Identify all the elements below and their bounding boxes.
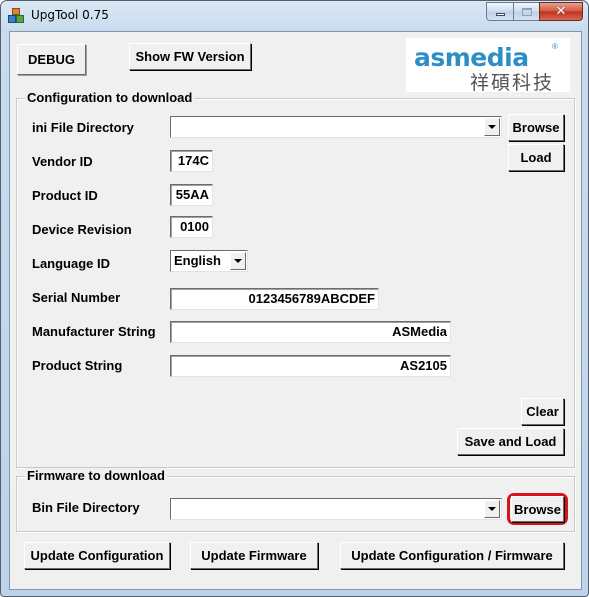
close-icon: ✕ bbox=[555, 4, 567, 19]
ini-file-directory-label: ini File Directory bbox=[32, 120, 134, 135]
close-button[interactable]: ✕ bbox=[539, 2, 583, 21]
update-configuration-button[interactable]: Update Configuration bbox=[24, 542, 170, 569]
chevron-down-icon bbox=[234, 259, 242, 263]
clear-button[interactable]: Clear bbox=[521, 398, 564, 425]
language-id-value: English bbox=[174, 253, 221, 268]
save-and-load-button[interactable]: Save and Load bbox=[457, 428, 564, 455]
bin-dropdown-button[interactable] bbox=[484, 500, 500, 518]
product-string-input[interactable]: AS2105 bbox=[170, 355, 451, 377]
configuration-group: Configuration to download bbox=[16, 90, 575, 468]
device-revision-input[interactable]: 0100 bbox=[170, 216, 213, 238]
vendor-id-label: Vendor ID bbox=[32, 154, 93, 169]
load-button[interactable]: Load bbox=[508, 144, 564, 171]
manufacturer-string-label: Manufacturer String bbox=[32, 324, 156, 339]
registered-mark: ® bbox=[552, 42, 558, 51]
serial-number-label: Serial Number bbox=[32, 290, 121, 305]
bin-file-directory-combo[interactable] bbox=[170, 498, 502, 520]
language-id-label: Language ID bbox=[32, 256, 111, 271]
title-bar[interactable]: UpgTool 0.75 ✕ bbox=[1, 1, 588, 31]
ini-file-directory-combo[interactable] bbox=[170, 116, 502, 138]
language-dropdown-button[interactable] bbox=[230, 252, 246, 270]
minimize-icon bbox=[495, 13, 505, 16]
window-title: UpgTool 0.75 bbox=[31, 8, 109, 22]
debug-button[interactable]: DEBUG bbox=[17, 44, 86, 75]
client-area: DEBUG Show FW Version asmedia ® 祥碩科技 Con… bbox=[9, 31, 582, 590]
serial-number-input[interactable]: 0123456789ABCDEF bbox=[170, 288, 379, 310]
manufacturer-string-input[interactable]: ASMedia bbox=[170, 321, 451, 343]
configuration-group-title: Configuration to download bbox=[25, 90, 195, 105]
caption-buttons: ✕ bbox=[486, 2, 583, 22]
ini-dropdown-button[interactable] bbox=[484, 118, 500, 136]
update-firmware-button[interactable]: Update Firmware bbox=[190, 542, 318, 569]
maximize-button[interactable] bbox=[513, 2, 539, 21]
upgtool-window: UpgTool 0.75 ✕ DEBUG Show FW Version asm… bbox=[0, 0, 589, 597]
language-id-select[interactable]: English bbox=[170, 250, 248, 272]
firmware-group-title: Firmware to download bbox=[25, 468, 167, 483]
minimize-button[interactable] bbox=[486, 2, 513, 21]
show-fw-version-button[interactable]: Show FW Version bbox=[129, 43, 251, 70]
device-revision-label: Device Revision bbox=[32, 222, 132, 237]
vendor-id-input[interactable]: 174C bbox=[170, 150, 213, 172]
chevron-down-icon bbox=[488, 125, 496, 129]
bin-file-directory-label: Bin File Directory bbox=[32, 500, 140, 515]
update-configuration-firmware-button[interactable]: Update Configuration / Firmware bbox=[340, 542, 564, 569]
asmedia-logo: asmedia ® 祥碩科技 bbox=[406, 38, 570, 94]
product-id-input[interactable]: 55AA bbox=[170, 184, 213, 206]
logo-chinese-text: 祥碩科技 bbox=[470, 72, 555, 94]
bin-browse-button[interactable]: Browse bbox=[511, 496, 564, 522]
app-icon[interactable] bbox=[8, 8, 24, 24]
product-string-label: Product String bbox=[32, 358, 123, 373]
chevron-down-icon bbox=[488, 507, 496, 511]
product-id-label: Product ID bbox=[32, 188, 98, 203]
maximize-icon bbox=[521, 7, 532, 16]
ini-browse-button[interactable]: Browse bbox=[508, 114, 564, 141]
